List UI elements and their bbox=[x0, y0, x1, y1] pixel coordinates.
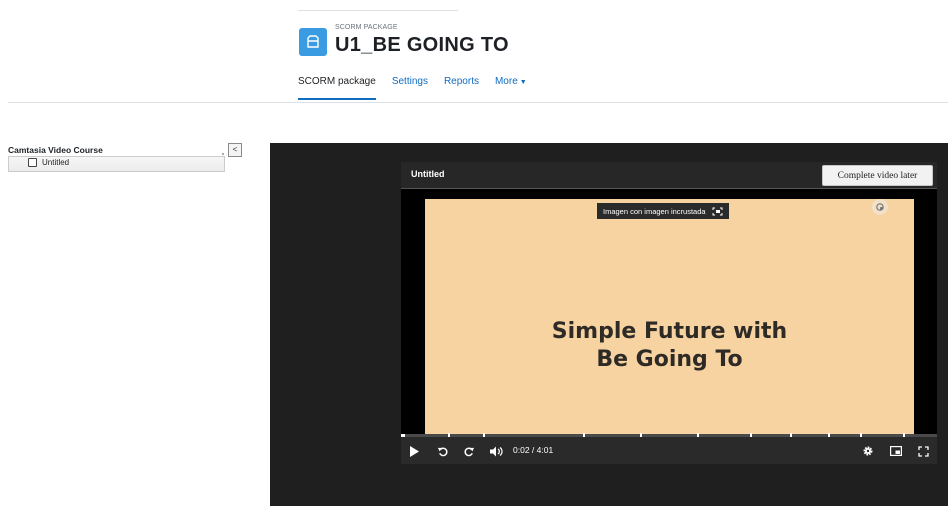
pip-icon bbox=[890, 446, 902, 456]
play-icon bbox=[410, 445, 419, 457]
tab-label: Reports bbox=[443, 76, 479, 87]
playback-time: 0:02 / 4:01 bbox=[513, 445, 554, 455]
header-divider bbox=[298, 10, 458, 11]
pip-tooltip[interactable]: Imagen con imagen incrustada bbox=[597, 203, 729, 219]
tab-reports[interactable]: Reports bbox=[444, 76, 479, 100]
slide-title-line-1: Simple Future with bbox=[551, 319, 788, 344]
picture-in-picture-icon bbox=[712, 207, 723, 215]
play-button[interactable] bbox=[406, 443, 422, 459]
video-controls-bar bbox=[401, 437, 937, 464]
fullscreen-button[interactable] bbox=[915, 443, 931, 459]
page-title: U1_BE GOING TO bbox=[335, 34, 509, 56]
tab-label: More bbox=[494, 76, 518, 87]
tab-scorm-package[interactable]: SCORM package bbox=[298, 76, 376, 100]
tab-label: SCORM package bbox=[298, 76, 376, 87]
course-toc-title: Camtasia Video Course bbox=[8, 145, 103, 155]
pip-tooltip-label: Imagen con imagen incrustada bbox=[603, 206, 706, 216]
volume-icon bbox=[489, 446, 503, 456]
camera-overlay-icon[interactable] bbox=[872, 199, 888, 215]
slide-title: Simple Future with Be Going To bbox=[425, 318, 914, 374]
slide-title-line-2: Be Going To bbox=[596, 347, 743, 372]
chevron-down-icon: ▼ bbox=[519, 79, 527, 86]
tab-label: Settings bbox=[391, 76, 428, 87]
page-kicker: SCORM PACKAGE bbox=[335, 24, 398, 31]
gear-icon bbox=[863, 446, 873, 456]
video-title: Untitled bbox=[411, 169, 445, 179]
forward-icon bbox=[463, 447, 474, 456]
header-bottom-divider bbox=[8, 102, 948, 103]
secondary-navigation: SCORM package Settings Reports More ▼ bbox=[298, 76, 543, 100]
toc-item-label[interactable]: Untitled bbox=[42, 158, 69, 167]
fullscreen-icon bbox=[917, 445, 929, 457]
tab-more[interactable]: More ▼ bbox=[495, 76, 527, 100]
checkbox-icon bbox=[28, 158, 37, 167]
settings-button[interactable] bbox=[860, 443, 876, 459]
resize-handle[interactable] bbox=[222, 153, 224, 155]
collapse-toc-button[interactable]: < bbox=[228, 143, 242, 157]
scorm-package-icon bbox=[299, 28, 327, 56]
picture-in-picture-button[interactable] bbox=[888, 443, 904, 459]
video-slide bbox=[425, 199, 914, 435]
toc-item[interactable] bbox=[8, 156, 225, 172]
complete-video-later-button[interactable]: Complete video later bbox=[822, 165, 933, 186]
rewind-icon bbox=[437, 447, 448, 456]
forward-button[interactable] bbox=[461, 443, 477, 459]
tab-settings[interactable]: Settings bbox=[392, 76, 428, 100]
volume-button[interactable] bbox=[487, 443, 505, 459]
rewind-button[interactable] bbox=[434, 443, 450, 459]
